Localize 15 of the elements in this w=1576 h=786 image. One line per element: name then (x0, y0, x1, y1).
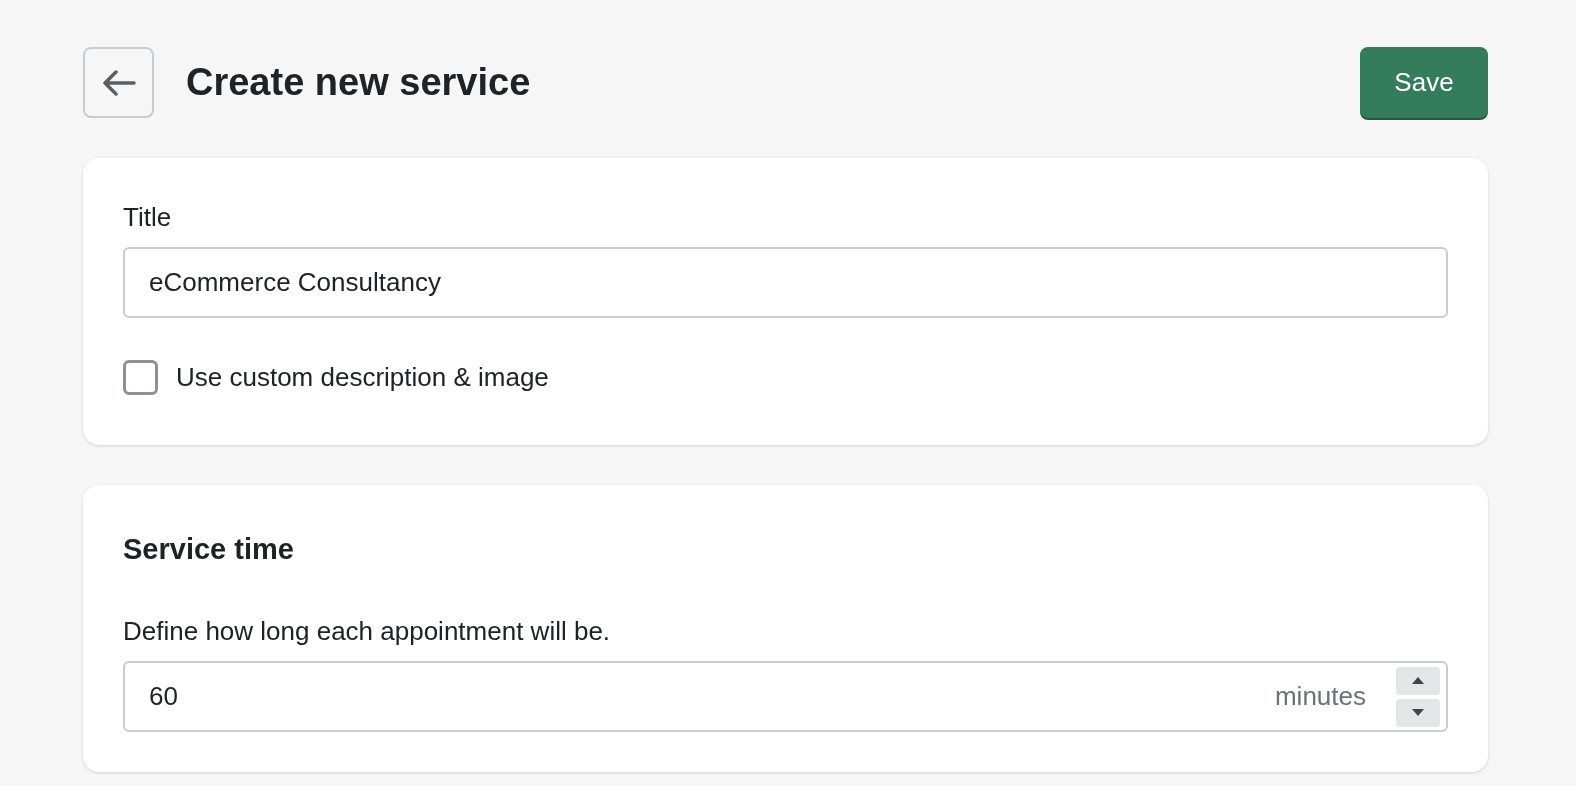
field-description: Define how long each appointment will be. (123, 616, 612, 647)
section-heading: Service time (123, 533, 295, 566)
caret-down-icon (1412, 709, 1424, 716)
save-button[interactable]: Save (1360, 47, 1488, 118)
arrow-left-icon (101, 69, 136, 96)
checkbox-label: Use custom description & image (176, 362, 549, 393)
increment-button[interactable] (1396, 666, 1440, 695)
field-label: Title (123, 202, 173, 233)
unit-suffix: minutes (1274, 681, 1366, 712)
back-button[interactable] (83, 47, 154, 118)
decrement-button[interactable] (1396, 698, 1440, 727)
title-input-field[interactable]: eCommerce Consultancy (123, 247, 1448, 318)
page-title: Create new service (186, 61, 532, 104)
checkbox[interactable] (123, 360, 158, 395)
caret-up-icon (1412, 677, 1424, 684)
